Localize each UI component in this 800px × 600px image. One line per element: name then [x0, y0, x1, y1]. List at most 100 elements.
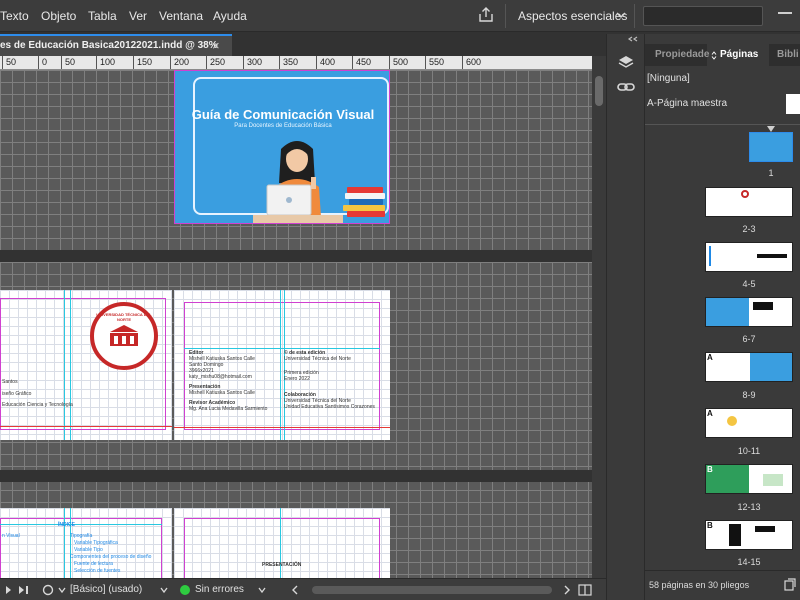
- tab-properties[interactable]: Propiedade: [655, 49, 709, 60]
- ruler-tick: [462, 56, 463, 69]
- open-page-icon[interactable]: [42, 584, 54, 596]
- tab-arrows-icon: [711, 51, 717, 60]
- pages-panel: Propiedade Páginas Bibli [Ninguna] A-Pág…: [644, 34, 800, 600]
- column-guide: [64, 508, 65, 578]
- master-thumbnail[interactable]: [786, 94, 800, 114]
- ruler-label: 200: [174, 57, 190, 67]
- search-input[interactable]: [643, 6, 763, 26]
- ruler-tick: [352, 56, 353, 69]
- errors-status[interactable]: Sin errores: [195, 584, 244, 595]
- first-page-icon[interactable]: [4, 585, 14, 595]
- document-tab[interactable]: es de Educación Basica20122021.indd @ 38…: [0, 34, 232, 56]
- index-title: ÍNDICE: [58, 522, 75, 528]
- share-icon[interactable]: [477, 6, 495, 24]
- page-right[interactable]: PRESENTACIÓN: [174, 508, 390, 578]
- chevron-down-icon[interactable]: [258, 586, 266, 594]
- document-tab-title: es de Educación Basica20122021.indd @ 38…: [0, 40, 218, 51]
- ruler-label: 150: [137, 57, 153, 67]
- page-label: 10-11: [737, 446, 761, 456]
- master-a[interactable]: A-Página maestra: [647, 98, 727, 109]
- column-guide: [64, 290, 65, 440]
- new-page-icon[interactable]: [783, 578, 797, 592]
- page-thumbnail-2-3[interactable]: [705, 187, 793, 217]
- panel-tab-bar: Propiedade Páginas Bibli: [645, 44, 800, 66]
- page-thumbnail-14-15[interactable]: [705, 520, 793, 550]
- ruler-label: 350: [283, 57, 299, 67]
- ruler-label: 0: [42, 57, 48, 67]
- menu-objeto[interactable]: Objeto: [41, 9, 76, 23]
- baseline-guide: [174, 427, 390, 428]
- tab-libraries[interactable]: Bibli: [777, 49, 799, 60]
- book: [347, 211, 385, 217]
- menu-texto[interactable]: Texto: [0, 9, 29, 23]
- column-guide: [70, 508, 71, 578]
- page-label: 6-7: [742, 334, 756, 344]
- collapse-panels-icon[interactable]: [627, 36, 639, 42]
- chevron-down-icon[interactable]: [160, 586, 168, 594]
- menu-ver[interactable]: Ver: [129, 9, 147, 23]
- page-label: 12-13: [737, 502, 761, 512]
- panel-icon-strip: [606, 34, 644, 600]
- style-status[interactable]: [Básico] (usado): [70, 584, 142, 595]
- links-icon[interactable]: [617, 78, 635, 96]
- chevron-down-icon[interactable]: [615, 9, 627, 21]
- credit-text: Santos: [2, 379, 18, 385]
- credit-text: katy_mishu08@hotmail.com: [189, 374, 252, 380]
- menu-ventana[interactable]: Ventana: [159, 9, 203, 23]
- minimize-icon[interactable]: [778, 12, 792, 14]
- university-emblem: [110, 325, 138, 346]
- cover-subtitle: Para Docentes de Educación Básica: [234, 123, 332, 129]
- ruler-label: 100: [100, 57, 116, 67]
- page-thumbnail-1[interactable]: [749, 132, 793, 162]
- cover-page[interactable]: Guía de Comunicación Visual Para Docente…: [174, 70, 390, 224]
- page-left[interactable]: ÍNDICE n Visual Tipografía Variable Tipo…: [0, 508, 172, 578]
- status-bar: [Básico] (usado) Sin errores: [0, 578, 606, 600]
- horizontal-ruler[interactable]: 50 0 50 100 150 200 250 300 350 400 450 …: [0, 56, 592, 70]
- page-label: 1: [768, 168, 774, 178]
- master-none[interactable]: [Ninguna]: [647, 73, 690, 84]
- ruler-tick: [170, 56, 171, 69]
- thumb-blue-page: [706, 298, 749, 326]
- horizontal-scrollbar[interactable]: [312, 586, 552, 594]
- spread-divider: [0, 250, 592, 262]
- page-label: 2-3: [742, 224, 756, 234]
- index-entry: Variable Tipográfica: [74, 540, 118, 546]
- document-canvas[interactable]: Guía de Comunicación Visual Para Docente…: [0, 70, 592, 578]
- ruler-label: 400: [320, 57, 336, 67]
- desk: [253, 215, 343, 223]
- presentation-title: PRESENTACIÓN: [262, 562, 302, 568]
- ruler-tick: [96, 56, 97, 69]
- page-right[interactable]: Editor Mishell Katiuska Santos Calle San…: [174, 290, 390, 440]
- credit-text: Mishell Katiuska Santos Calle: [189, 390, 255, 396]
- scroll-left-icon[interactable]: [290, 584, 300, 596]
- seal-text: UNIVERSIDAD TÉCNICA DEL NORTE: [96, 312, 152, 322]
- panel-footer: 58 páginas en 30 pliegos: [645, 570, 800, 600]
- master-letter: A: [707, 353, 713, 362]
- master-letter: B: [707, 521, 713, 530]
- page-left[interactable]: Santos iseño Gráfico Educación Ciencia y…: [0, 290, 172, 440]
- vertical-scrollbar[interactable]: [592, 56, 606, 578]
- scrollbar-thumb[interactable]: [595, 76, 603, 106]
- thumb-logo: [741, 190, 749, 198]
- menu-ayuda[interactable]: Ayuda: [213, 9, 247, 23]
- scroll-right-icon[interactable]: [562, 584, 572, 596]
- column-guide: [284, 290, 285, 440]
- page-thumbnail-10-11[interactable]: [705, 408, 793, 438]
- split-window-icon[interactable]: [578, 583, 592, 597]
- last-page-icon[interactable]: [18, 585, 30, 595]
- menu-tabla[interactable]: Tabla: [88, 9, 117, 23]
- row-guide: [0, 524, 162, 525]
- workspace-switcher[interactable]: Aspectos esenciales: [518, 9, 627, 23]
- page-label: 14-15: [737, 557, 761, 567]
- thumb-index: [709, 246, 739, 266]
- thumb-text-block: [757, 254, 787, 258]
- tab-pages[interactable]: Páginas: [720, 49, 758, 60]
- index-entry: Componentes del proceso de diseño: [70, 554, 152, 560]
- index-entry: Tipografía: [70, 533, 93, 539]
- ruler-tick: [133, 56, 134, 69]
- close-icon[interactable]: ×: [212, 38, 220, 53]
- thumb-text-block: [753, 302, 773, 310]
- chevron-down-icon[interactable]: [58, 586, 66, 594]
- index-entry: n Visual: [2, 533, 20, 539]
- layers-icon[interactable]: [617, 54, 635, 72]
